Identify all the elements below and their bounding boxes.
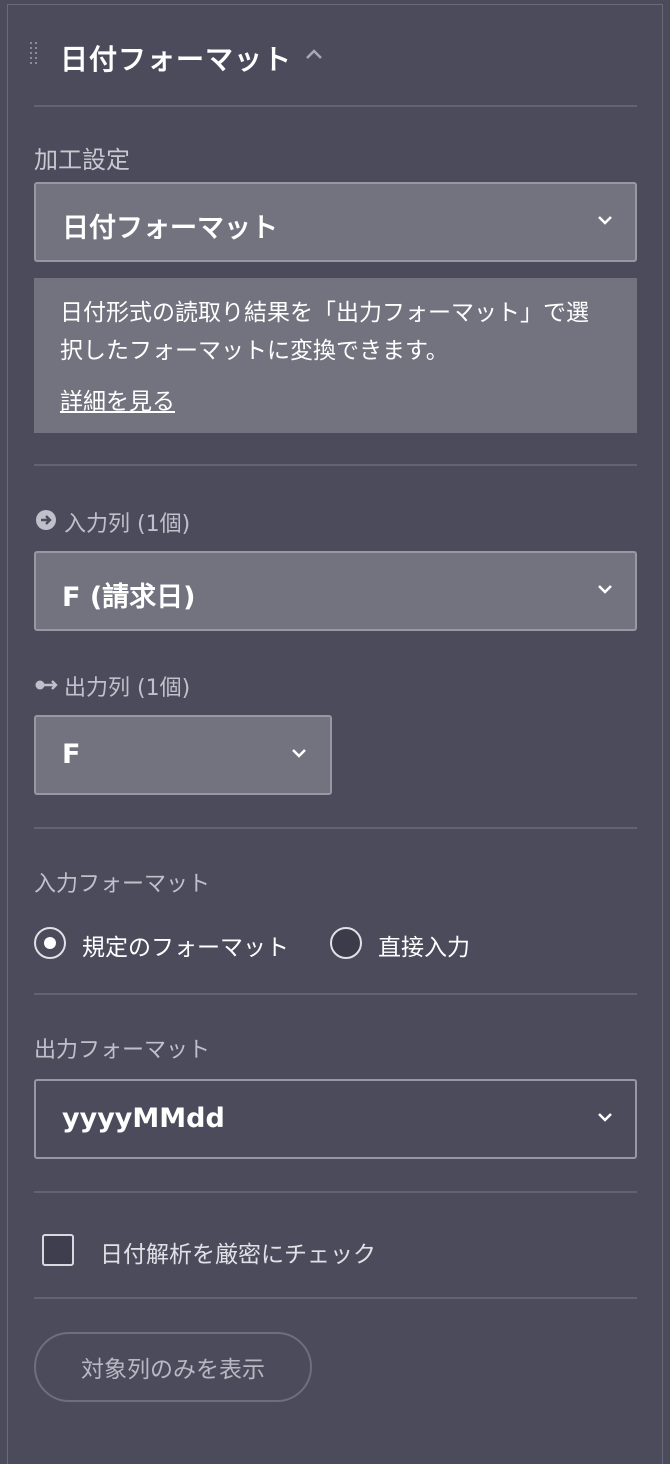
description-line-2: 択したフォーマットに変換できます。 <box>60 338 449 364</box>
divider <box>34 1191 637 1193</box>
divider <box>34 993 637 995</box>
input-columns-select[interactable]: F (請求日) <box>34 551 637 631</box>
radio-direct-input[interactable]: 直接入力 <box>330 926 490 961</box>
input-columns-label: 入力列 (1個) <box>64 512 191 537</box>
description-line-1: 日付形式の読取り結果を「出力フォーマット」で選 <box>60 300 589 326</box>
radio-default-format[interactable]: 規定のフォーマット <box>34 926 314 961</box>
description-box: 日付形式の読取り結果を「出力フォーマット」で選 択したフォーマットに変換できます… <box>34 278 637 433</box>
output-format-label: 出力フォーマット <box>34 1038 211 1063</box>
radio-label: 規定のフォーマット <box>82 935 289 961</box>
chevron-down-icon <box>286 743 312 763</box>
input-columns-value: F (請求日) <box>62 582 196 613</box>
processing-select-value: 日付フォーマット <box>62 213 278 244</box>
divider <box>34 827 637 829</box>
strict-check-label: 日付解析を厳密にチェック <box>100 1242 376 1268</box>
details-link[interactable]: 詳細を見る <box>60 382 175 416</box>
panel-title: 日付フォーマット <box>60 43 293 76</box>
key-arrow-icon <box>34 674 60 696</box>
drag-handle-icon[interactable] <box>30 42 40 70</box>
processing-select[interactable]: 日付フォーマット <box>34 182 637 262</box>
arrow-right-circle-icon <box>34 508 58 532</box>
strict-check-checkbox[interactable] <box>42 1234 74 1266</box>
output-columns-label: 出力列 (1個) <box>64 676 191 701</box>
divider <box>34 464 637 466</box>
chevron-down-icon <box>592 210 618 230</box>
chevron-down-icon <box>592 579 618 599</box>
radio-label: 直接入力 <box>378 935 470 961</box>
output-format-value: yyyyMMdd <box>62 1103 225 1134</box>
output-format-select[interactable]: yyyyMMdd <box>34 1079 637 1159</box>
chevron-down-icon <box>592 1107 618 1127</box>
divider <box>34 105 637 107</box>
radio-button-unselected[interactable] <box>330 927 362 959</box>
processing-label: 加工設定 <box>34 146 130 174</box>
radio-button-selected[interactable] <box>34 927 66 959</box>
show-target-columns-button[interactable]: 対象列のみを表示 <box>34 1332 312 1402</box>
chevron-up-icon[interactable] <box>304 42 324 67</box>
divider <box>34 1297 637 1299</box>
input-format-label: 入力フォーマット <box>34 872 211 897</box>
output-columns-select[interactable]: F <box>34 715 332 795</box>
output-columns-value: F <box>62 739 81 770</box>
